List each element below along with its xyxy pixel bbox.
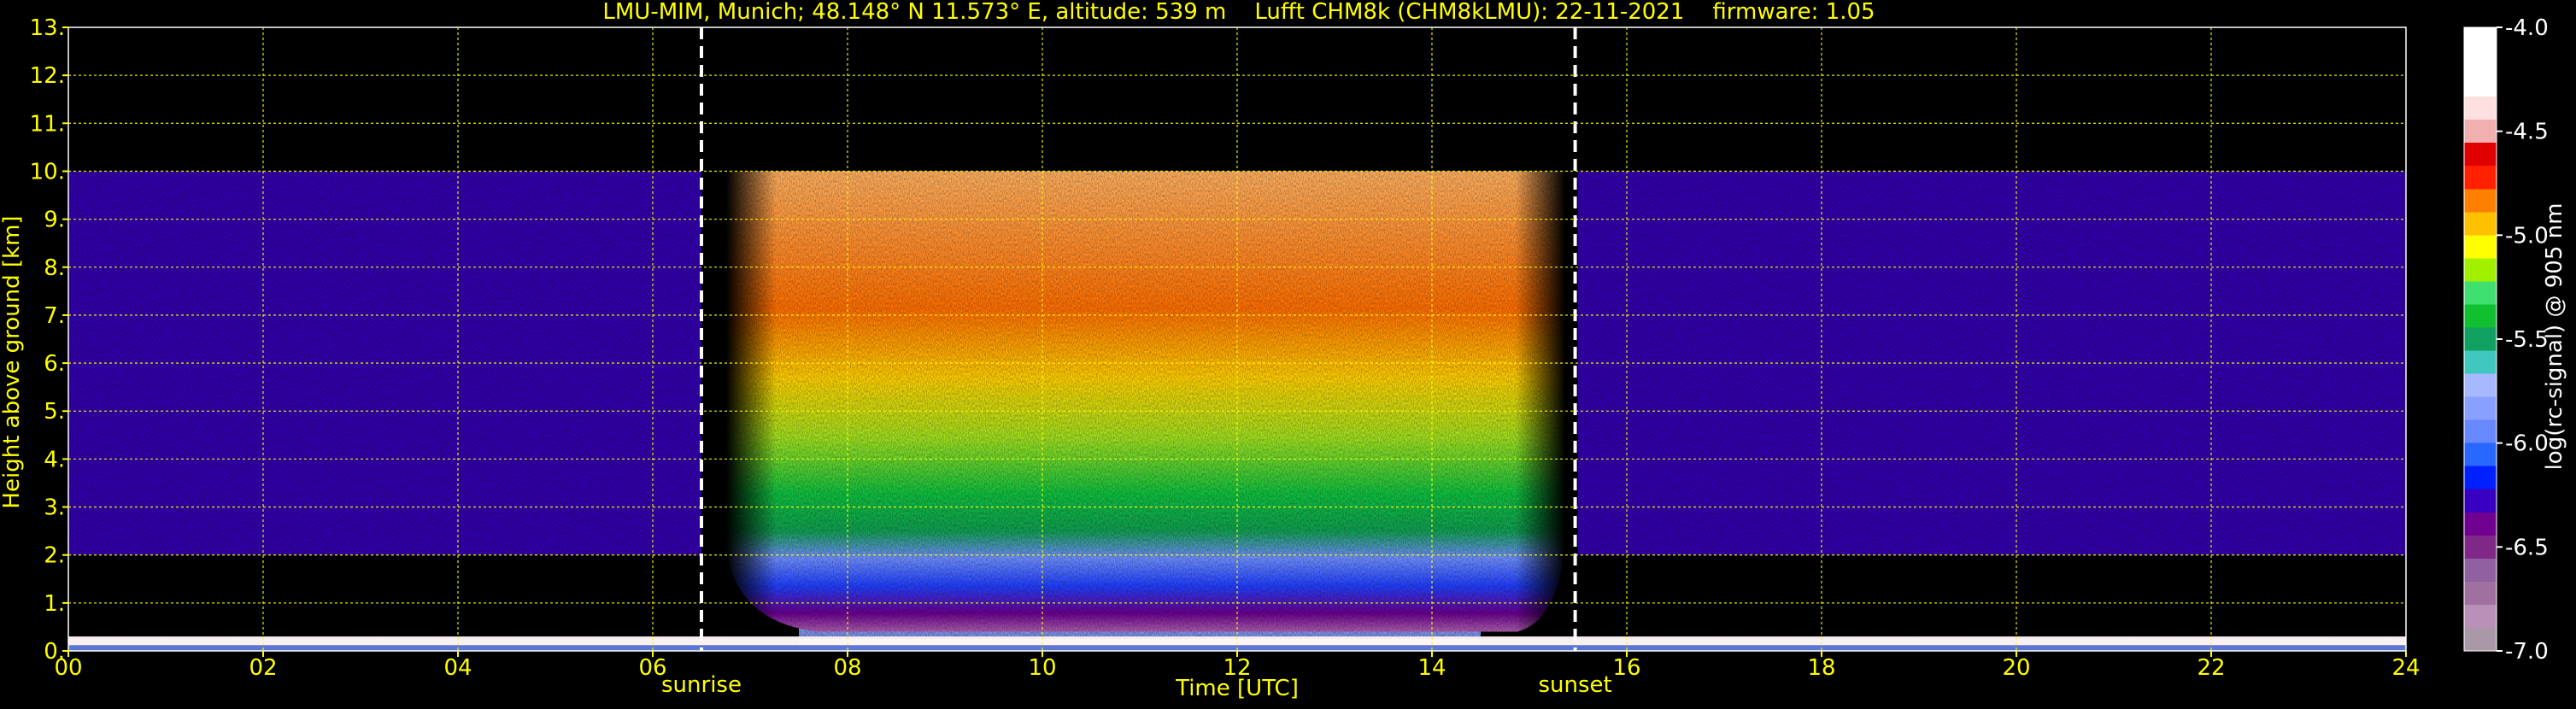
x-tick-label: 06 [638,655,666,681]
x-tick-label: 24 [2391,655,2420,681]
x-axis-label: Time [UTC] [1175,676,1299,701]
colorbar-tick-label: -7.0 [2505,639,2549,665]
colorbar-tick-label: -4.0 [2505,15,2549,41]
y-tick-label: 5. [44,399,65,425]
y-tick-label: 6. [44,351,65,377]
x-tick-label: 16 [1612,655,1640,681]
y-tick-label: 3. [44,495,65,521]
y-tick-label: 11. [30,111,65,137]
chart-title: LMU-MIM, Munich; 48.148° N 11.573° E, al… [602,0,1875,25]
y-tick-label: 12. [30,63,65,89]
x-tick-label: 18 [1807,655,1835,681]
chart-svg: sunrise sunset 00 02 04 06 08 10 12 14 16 18 20 22 24… [0,0,2567,701]
y-tick-label: 4. [44,447,65,472]
x-tick-label: 02 [249,655,277,681]
y-tick-label: 2. [44,543,65,569]
colorbar-strip [2463,26,2497,652]
y-axis-label: Height above ground [km] [0,215,25,508]
colorbar-tick-label: -4.5 [2505,120,2549,145]
y-tick-label: 10. [30,159,65,185]
y-tick-label: 9. [44,208,65,233]
x-tick-label: 22 [2197,655,2225,681]
signal-noise [68,171,2406,639]
x-tick-label: 04 [443,655,472,681]
colorbar-tick-label: -6.5 [2505,535,2549,560]
ceilometer-chart: sunrise sunset 00 02 04 06 08 10 12 14 16 18 20 22 24… [0,0,2576,706]
y-tick-label: 8. [44,255,65,281]
x-tick-label: 14 [1417,655,1446,681]
x-tick-label: 08 [833,655,861,681]
y-tick-label: 0. [44,639,65,665]
y-tick-label: 1. [44,591,65,617]
y-tick-label: 7. [44,303,65,329]
y-tick-label: 13. [30,15,65,41]
x-tick-label: 10 [1028,655,1056,681]
sunset-label: sunset [1538,672,1611,698]
x-tick-label: 20 [2002,655,2030,681]
colorbar: -4.0-4.5-5.0-5.5-6.0-6.5-7.0 [2463,15,2549,665]
colorbar-label: log(rc-signal) @ 905 nm [2542,203,2567,471]
sunrise-label: sunrise [661,672,742,698]
